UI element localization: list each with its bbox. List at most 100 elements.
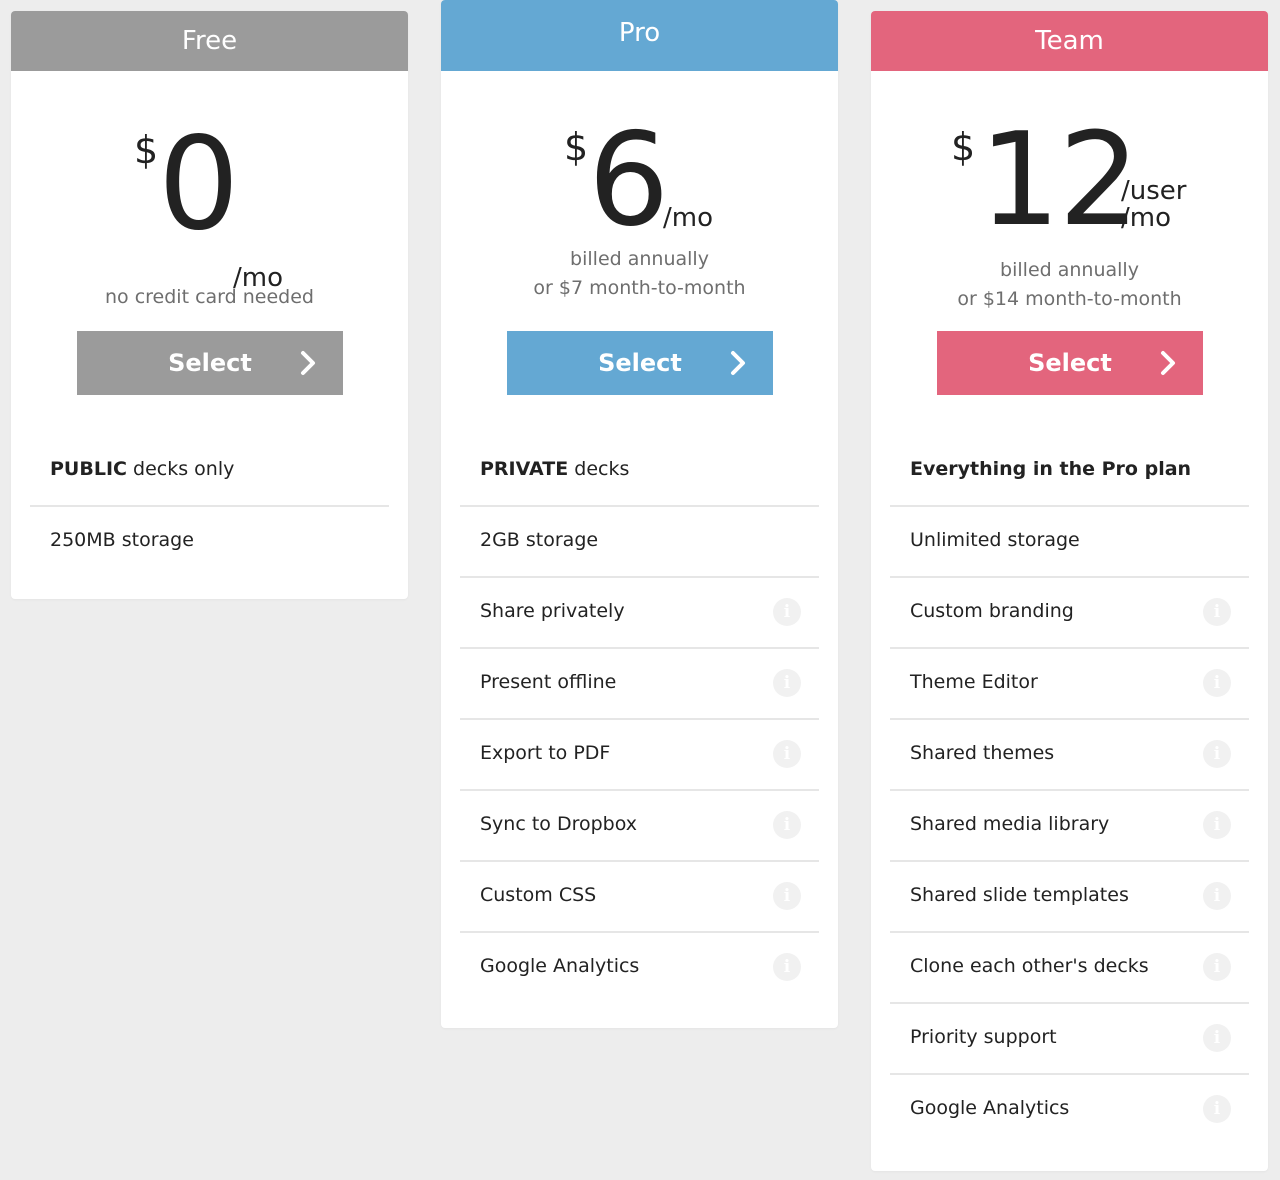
feature-label-text: Share privately [480,600,625,622]
plan-card-free: Free $ 0 /mo no credit card needed Selec… [11,11,408,599]
select-button-label: Select [168,349,252,377]
info-icon[interactable]: i [773,882,801,910]
price-note: no credit card needed [105,286,314,308]
feature-label-text: Theme Editor [910,671,1038,693]
plan-header-pro: Pro [441,0,838,71]
feature-label: Shared themes [910,742,1054,764]
feature-row: Google Analytics i [460,933,819,1004]
feature-label: Custom branding [910,600,1074,622]
feature-label-text: Google Analytics [910,1097,1070,1119]
feature-label: 250MB storage [50,529,194,551]
feature-row: Clone each other's decks i [890,933,1249,1004]
feature-row: Share privately i [460,578,819,649]
price-note-monthly: or $14 month-to-month [957,288,1182,310]
price-period-user: /user [1121,176,1187,206]
feature-label-bold: PRIVATE [480,458,569,480]
feature-label: PRIVATE decks [480,458,629,480]
feature-row: Export to PDF i [460,720,819,791]
feature-label-text: Unlimited storage [910,529,1080,551]
feature-label: Present offline [480,671,616,693]
feature-label-text: Shared slide templates [910,884,1129,906]
info-icon[interactable]: i [1203,811,1231,839]
feature-list-pro: PRIVATE decks 2GB storage Share privately i… [460,436,819,1004]
feature-label-text: Custom branding [910,600,1074,622]
info-icon[interactable]: i [1203,669,1231,697]
info-icon[interactable]: i [1203,598,1231,626]
feature-row: Shared media library i [890,791,1249,862]
price-free: $ 0 /mo [11,71,408,292]
feature-label: 2GB storage [480,529,598,551]
feature-label-text: Shared media library [910,813,1110,835]
select-button-pro[interactable]: Select [507,331,773,395]
price-amount: 0 [158,110,239,259]
feature-label-text: Google Analytics [480,955,640,977]
info-icon[interactable]: i [1203,1024,1231,1052]
feature-row: 2GB storage [460,507,819,578]
price-pro: $ 6 /mo [441,71,838,245]
feature-label-text: 2GB storage [480,529,599,551]
price-period: /mo [233,263,283,293]
feature-label-text: decks only [126,458,235,480]
feature-label: PUBLIC decks only [50,458,234,480]
price-period: /mo [663,203,713,233]
feature-label: Share privately [480,600,625,622]
feature-row: Sync to Dropbox i [460,791,819,862]
feature-label: Unlimited storage [910,529,1080,551]
select-button-label: Select [598,349,682,377]
price-amount: 6 [588,106,669,255]
select-button-free[interactable]: Select [77,331,343,395]
info-icon[interactable]: i [1203,740,1231,768]
plan-header-team: Team [871,11,1268,71]
feature-row: PRIVATE decks [460,436,819,507]
info-icon[interactable]: i [773,811,801,839]
currency-symbol: $ [564,125,589,169]
feature-label-text: Present offline [480,671,617,693]
feature-row: 250MB storage [30,507,389,578]
feature-list-free: PUBLIC decks only 250MB storage [30,436,389,578]
feature-label: Theme Editor [910,671,1038,693]
price-amount: 12 [979,106,1140,255]
feature-label-text: decks [568,458,630,480]
feature-label-text: Clone each other's decks [910,955,1149,977]
plan-card-pro: Pro $ 6 /mo billed annually or $7 month-… [441,0,838,1028]
price-note-billing: billed annually [1000,259,1139,281]
info-icon[interactable]: i [1203,953,1231,981]
info-icon[interactable]: i [773,953,801,981]
feature-label: Google Analytics [910,1097,1069,1119]
feature-list-team: Everything in the Pro plan Unlimited stor… [890,436,1249,1146]
feature-row: Custom CSS i [460,862,819,933]
feature-row: Present offline i [460,649,819,720]
feature-label: Everything in the Pro plan [910,458,1191,480]
info-icon[interactable]: i [773,669,801,697]
info-icon[interactable]: i [1203,882,1231,910]
feature-label-text: Priority support [910,1026,1057,1048]
feature-label: Priority support [910,1026,1057,1048]
price-period-month: /mo [1121,203,1171,233]
currency-symbol: $ [134,128,159,172]
feature-row: Google Analytics i [890,1075,1249,1146]
feature-label: Shared media library [910,813,1109,835]
feature-label-text: Sync to Dropbox [480,813,638,835]
select-button-label: Select [1028,349,1112,377]
feature-label: Google Analytics [480,955,639,977]
feature-label-bold: Everything in the Pro plan [910,458,1192,480]
info-icon[interactable]: i [773,740,801,768]
plan-header-free: Free [11,11,408,71]
feature-row: Shared themes i [890,720,1249,791]
select-button-team[interactable]: Select [937,331,1203,395]
feature-label-text: Custom CSS [480,884,597,906]
feature-row: PUBLIC decks only [30,436,389,507]
feature-row: Shared slide templates i [890,862,1249,933]
feature-label-text: Export to PDF [480,742,611,764]
feature-row: Custom branding i [890,578,1249,649]
feature-label-bold: PUBLIC [50,458,127,480]
feature-label-text: 250MB storage [50,529,194,551]
feature-label: Export to PDF [480,742,610,764]
feature-label-text: Shared themes [910,742,1055,764]
price-note-monthly: or $7 month-to-month [533,277,746,299]
price-team: $ 12 /user /mo [871,71,1268,245]
chevron-right-icon [301,351,315,375]
info-icon[interactable]: i [773,598,801,626]
info-icon[interactable]: i [1203,1095,1231,1123]
feature-row: Everything in the Pro plan [890,436,1249,507]
